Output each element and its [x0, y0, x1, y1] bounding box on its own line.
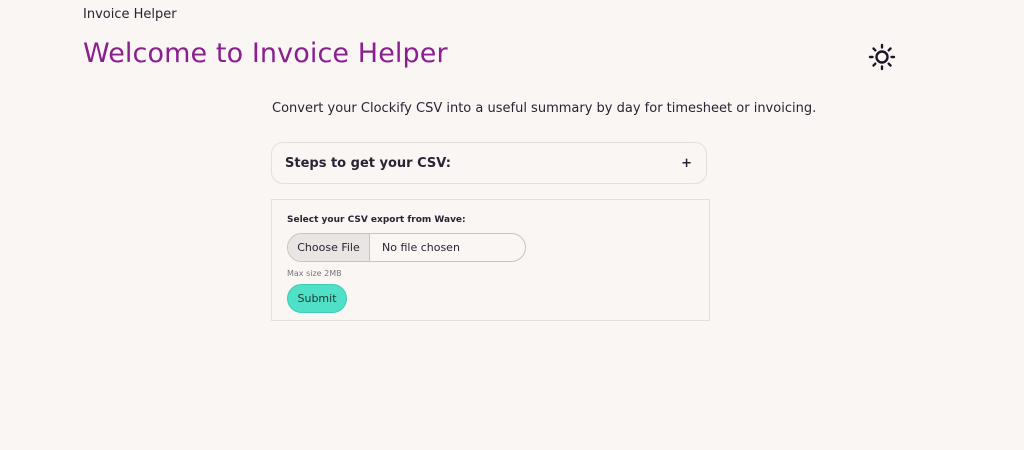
csv-file-input[interactable]: Choose File No file chosen	[287, 233, 526, 262]
upload-label: Select your CSV export from Wave:	[287, 215, 466, 225]
accordion-title: Steps to get your CSV:	[285, 155, 451, 171]
page: Invoice Helper Welcome to Invoice Helper…	[0, 0, 1024, 450]
expand-icon[interactable]: +	[681, 156, 692, 171]
theme-toggle-button[interactable]	[867, 42, 897, 72]
choose-file-button[interactable]: Choose File	[288, 234, 370, 261]
upload-panel: Select your CSV export from Wave: Choose…	[271, 199, 710, 321]
file-status: No file chosen	[382, 241, 460, 254]
app-name[interactable]: Invoice Helper	[83, 7, 177, 22]
max-size-hint: Max size 2MB	[287, 269, 342, 278]
steps-accordion[interactable]: Steps to get your CSV: +	[271, 142, 707, 184]
page-title: Welcome to Invoice Helper	[83, 38, 448, 69]
intro-text: Convert your Clockify CSV into a useful …	[272, 101, 817, 116]
sun-icon	[868, 43, 896, 71]
submit-button[interactable]: Submit	[287, 284, 347, 313]
